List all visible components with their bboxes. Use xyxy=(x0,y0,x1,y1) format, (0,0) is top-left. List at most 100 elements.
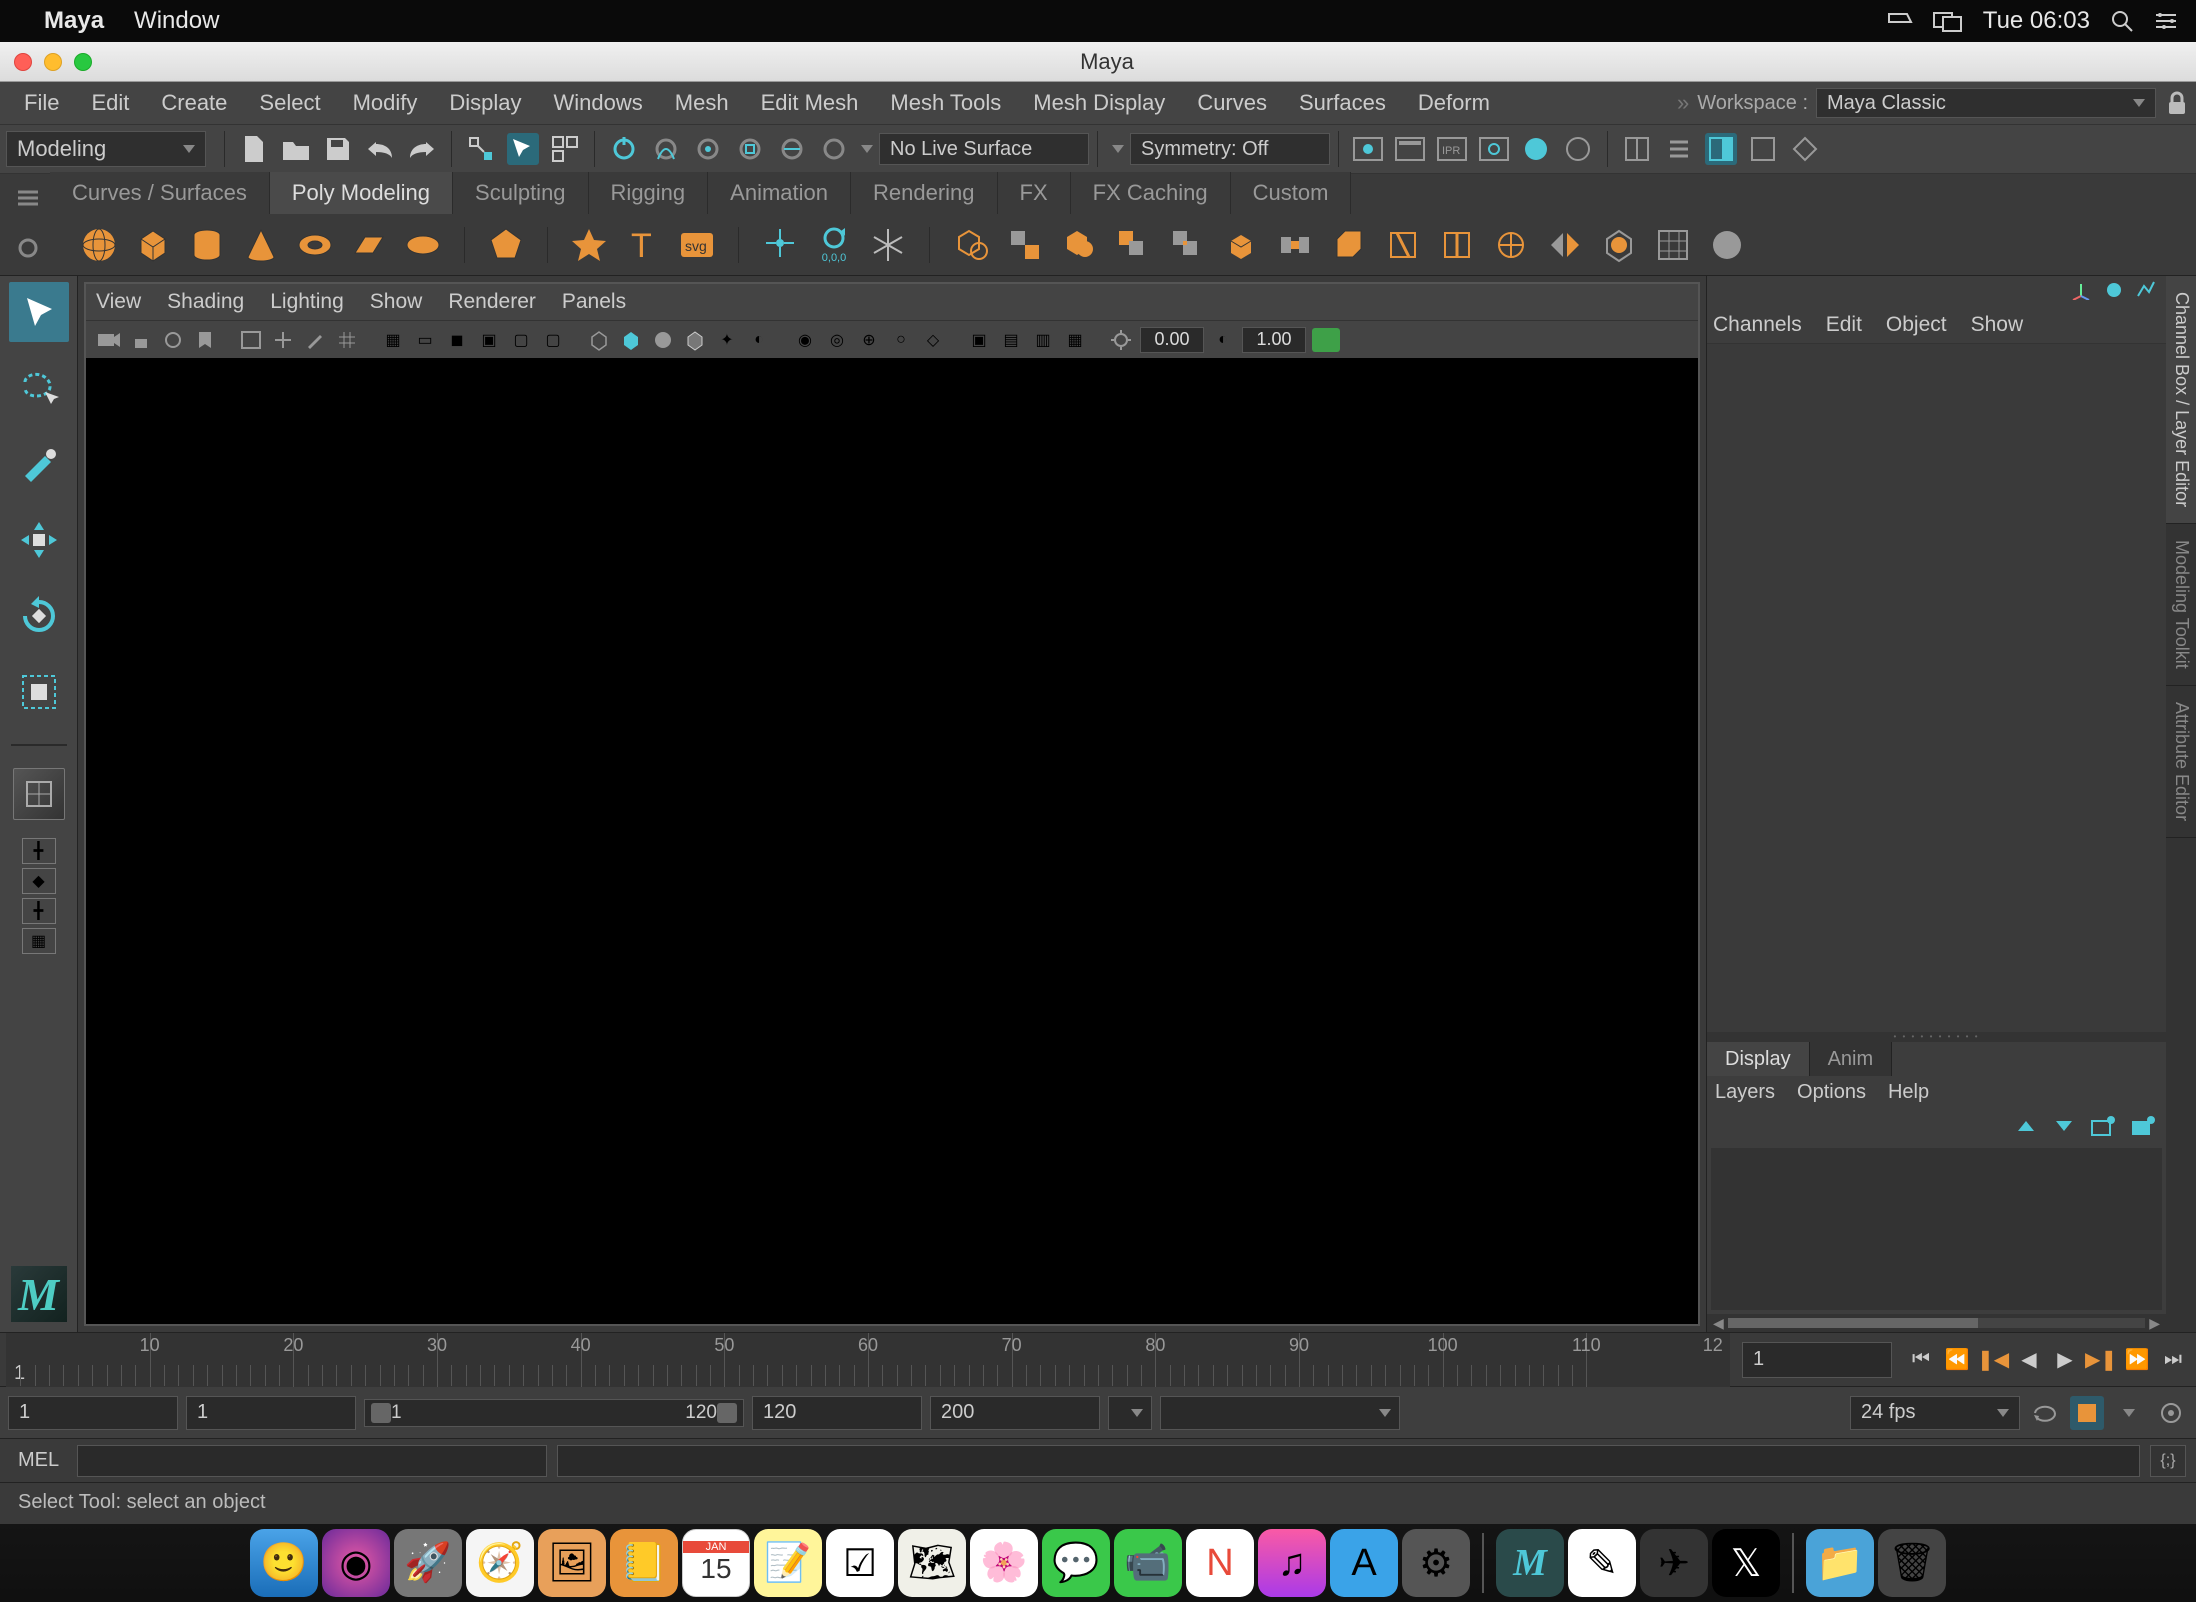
set-key-dropdown[interactable] xyxy=(2112,1396,2146,1430)
vp-menu-renderer[interactable]: Renderer xyxy=(448,290,536,314)
vp-menu-shading[interactable]: Shading xyxy=(167,290,244,314)
goto-end-icon[interactable]: ⏭ xyxy=(2158,1345,2188,1375)
extrude-icon[interactable] xyxy=(1220,224,1262,266)
xray-icon[interactable]: ◎ xyxy=(824,327,850,353)
spotlight-icon[interactable] xyxy=(2110,9,2134,33)
goto-start-icon[interactable]: ⏮ xyxy=(1906,1345,1936,1375)
layout-options-icon[interactable]: ◆ xyxy=(22,868,56,894)
menu-modify[interactable]: Modify xyxy=(337,90,434,116)
rotate-tool[interactable] xyxy=(9,586,69,646)
anim-layer-dropdown[interactable] xyxy=(1160,1396,1400,1430)
redo-icon[interactable] xyxy=(406,133,438,165)
poly-torus-icon[interactable] xyxy=(294,224,336,266)
anim-prefs-icon[interactable] xyxy=(2154,1396,2188,1430)
contacts-icon[interactable]: 📒 xyxy=(610,1529,678,1597)
facetime-icon[interactable]: 📹 xyxy=(1114,1529,1182,1597)
cb-menu-edit[interactable]: Edit xyxy=(1826,313,1862,337)
select-component-icon[interactable] xyxy=(549,133,581,165)
modeling-toolkit-toggle-icon[interactable] xyxy=(1789,133,1821,165)
downloads-icon[interactable]: 📁 xyxy=(1806,1529,1874,1597)
lasso-tool[interactable] xyxy=(9,358,69,418)
current-frame-field[interactable]: 1 xyxy=(1742,1342,1892,1378)
panel-resize-handle[interactable]: • • • • • • • • • • xyxy=(1707,1032,2166,1042)
layer-menu-layers[interactable]: Layers xyxy=(1715,1081,1775,1104)
finder-icon[interactable]: 🙂 xyxy=(250,1529,318,1597)
camera-lock-icon[interactable] xyxy=(128,327,154,353)
shelf-editor-icon[interactable] xyxy=(17,237,39,259)
open-scene-icon[interactable] xyxy=(280,133,312,165)
shelf-menu-icon[interactable] xyxy=(16,189,40,207)
ipr-render-icon[interactable]: IPR xyxy=(1436,133,1468,165)
play-forward-icon[interactable]: ▶ xyxy=(2050,1345,2080,1375)
select-object-icon[interactable] xyxy=(507,133,539,165)
mirror-icon[interactable] xyxy=(1544,224,1586,266)
camera-select-icon[interactable] xyxy=(96,327,122,353)
time-slider[interactable]: 1 10203040506070809010011012 1 ⏮ ⏪ ❚◀ ◀ … xyxy=(0,1332,2196,1386)
layer-move-down-icon[interactable] xyxy=(2052,1115,2076,1137)
channel-box[interactable] xyxy=(1707,344,2166,1032)
side-tab-attributeeditor[interactable]: Attribute Editor xyxy=(2166,686,2196,838)
shelf-tab-polymodeling[interactable]: Poly Modeling xyxy=(270,172,453,214)
maps-icon[interactable]: 🗺 xyxy=(898,1529,966,1597)
xray-joints-icon[interactable]: ⊕ xyxy=(856,327,882,353)
poly-type-icon[interactable]: T xyxy=(622,224,664,266)
shelf-tab-fxcaching[interactable]: FX Caching xyxy=(1071,172,1231,214)
axis-orientation-icon[interactable] xyxy=(2070,280,2092,302)
freeze-transform-icon[interactable] xyxy=(867,224,909,266)
step-back-frame-icon[interactable]: ❚◀ xyxy=(1978,1345,2008,1375)
film-gate-icon[interactable]: ▦ xyxy=(380,327,406,353)
launchpad-icon[interactable]: 🚀 xyxy=(394,1529,462,1597)
wireframe-on-shaded-icon[interactable] xyxy=(682,327,708,353)
snap-options-dropdown[interactable] xyxy=(861,145,873,153)
script-editor-button[interactable]: {;} xyxy=(2150,1445,2186,1477)
poly-plane-icon[interactable] xyxy=(348,224,390,266)
target-weld-icon[interactable] xyxy=(1490,224,1532,266)
sculpt-icon[interactable] xyxy=(1706,224,1748,266)
shelf-tab-curves[interactable]: Curves / Surfaces xyxy=(50,172,270,214)
snap-grid-icon[interactable] xyxy=(608,133,640,165)
layer-menu-help[interactable]: Help xyxy=(1888,1081,1929,1104)
bevel-icon[interactable] xyxy=(1328,224,1370,266)
paint-select-tool[interactable] xyxy=(9,434,69,494)
snap-projected-center-icon[interactable] xyxy=(734,133,766,165)
multicut-icon[interactable] xyxy=(1382,224,1424,266)
safari-icon[interactable]: 🧭 xyxy=(466,1529,534,1597)
gamma-icon[interactable]: ◐ xyxy=(1210,327,1236,353)
undo-icon[interactable] xyxy=(364,133,396,165)
field-chart-icon[interactable]: ▣ xyxy=(476,327,502,353)
fps-dropdown[interactable]: 24 fps xyxy=(1850,1396,2020,1430)
macmenu-window[interactable]: Window xyxy=(134,7,219,35)
step-forward-frame-icon[interactable]: ▶❚ xyxy=(2086,1345,2116,1375)
maya-app-icon[interactable]: M xyxy=(1496,1529,1564,1597)
step-back-key-icon[interactable]: ⏪ xyxy=(1942,1345,1972,1375)
motion-trail-icon[interactable]: ◇ xyxy=(920,327,946,353)
depth-of-field-icon[interactable]: ▣ xyxy=(966,327,992,353)
resolution-gate-icon[interactable]: ▭ xyxy=(412,327,438,353)
poly-sphere-icon[interactable] xyxy=(78,224,120,266)
snap-curve-icon[interactable] xyxy=(650,133,682,165)
retopo-icon[interactable] xyxy=(1652,224,1694,266)
smooth-icon[interactable] xyxy=(1598,224,1640,266)
poly-disc-icon[interactable] xyxy=(402,224,444,266)
reset-pivot-icon[interactable]: 0,0,0 xyxy=(813,224,855,266)
anti-alias-icon[interactable]: ▤ xyxy=(998,327,1024,353)
hypershade-icon[interactable] xyxy=(1520,133,1552,165)
control-strip-icon[interactable] xyxy=(1887,10,1913,32)
menu-surfaces[interactable]: Surfaces xyxy=(1283,90,1402,116)
anim-end-field[interactable]: 200 xyxy=(930,1396,1100,1430)
move-tool[interactable] xyxy=(9,510,69,570)
menu-deform[interactable]: Deform xyxy=(1402,90,1506,116)
outliner-icon[interactable] xyxy=(1663,133,1695,165)
gamma-field[interactable]: 1.00 xyxy=(1242,327,1306,353)
siri-icon[interactable]: ◉ xyxy=(322,1529,390,1597)
wireframe-icon[interactable] xyxy=(586,327,612,353)
control-center-icon[interactable] xyxy=(2154,11,2178,31)
music-icon[interactable]: ♫ xyxy=(1258,1529,1326,1597)
appstore-icon[interactable]: A xyxy=(1330,1529,1398,1597)
poly-svg-icon[interactable]: svg xyxy=(676,224,718,266)
platonic-icon[interactable] xyxy=(485,224,527,266)
screen-space-ao-icon[interactable]: ▥ xyxy=(1030,327,1056,353)
light-editor-icon[interactable] xyxy=(1562,133,1594,165)
auto-key-icon[interactable] xyxy=(2070,1396,2104,1430)
lights-icon[interactable]: ✦ xyxy=(714,327,740,353)
